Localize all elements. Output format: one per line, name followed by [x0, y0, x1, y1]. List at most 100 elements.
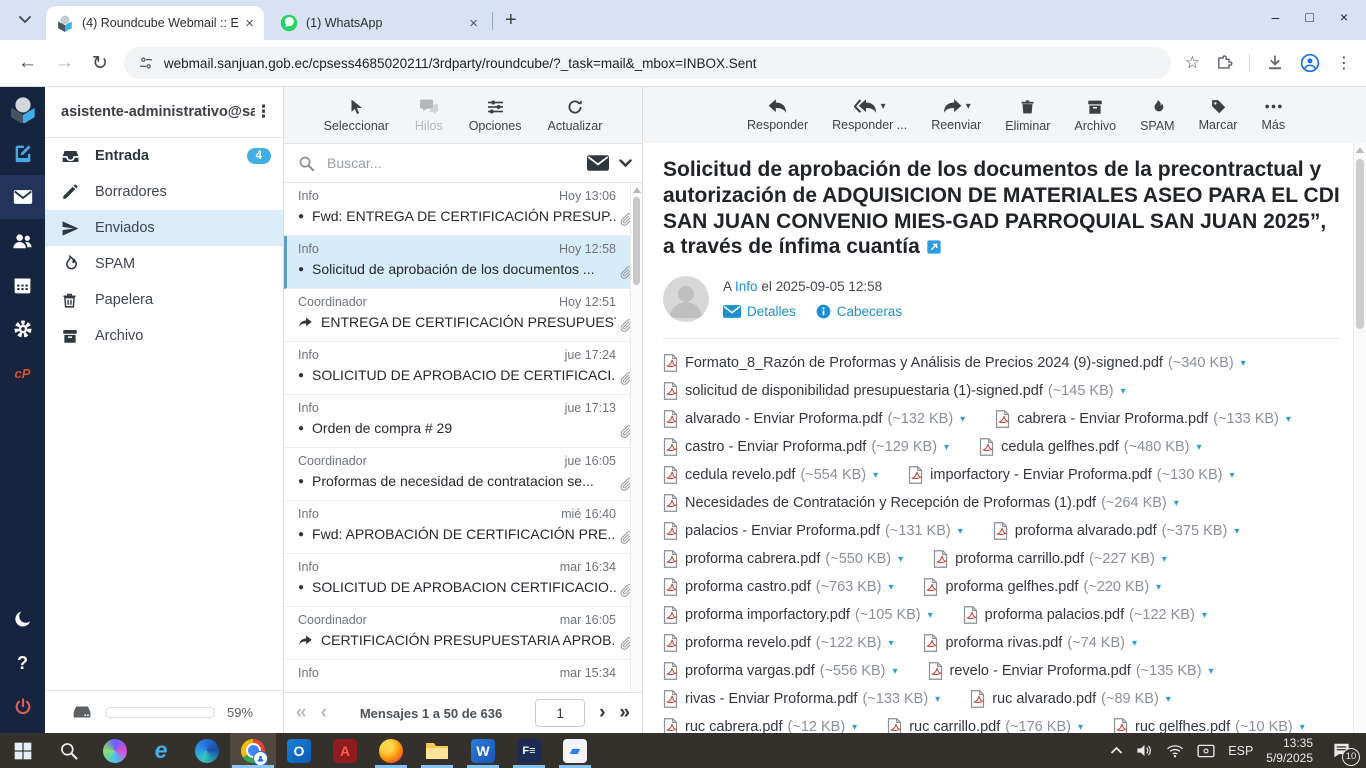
- message-row[interactable]: Coordinadormar 16:05 CERTIFICACIÓN PRESU…: [284, 607, 642, 660]
- dropdown-caret-icon[interactable]: ▾: [966, 101, 971, 112]
- site-info-icon[interactable]: [138, 55, 154, 71]
- attachment-menu-caret-icon[interactable]: ▾: [1174, 498, 1179, 509]
- dropdown-caret-icon[interactable]: ▾: [881, 101, 886, 112]
- volume-icon[interactable]: [1136, 743, 1153, 758]
- attachment-menu-caret-icon[interactable]: ▾: [1078, 722, 1083, 733]
- attachment-name[interactable]: proforma vargas.pdf: [685, 663, 815, 679]
- attachment-item[interactable]: solicitud de disponibilidad presupuestar…: [663, 382, 1126, 400]
- attachment-item[interactable]: proforma rivas.pdf(~74 KB)▾: [923, 634, 1137, 652]
- message-row[interactable]: Infojue 17:13 ●Orden de compra # 29: [284, 395, 642, 448]
- outlook-icon[interactable]: O: [276, 733, 322, 768]
- tab-whatsapp[interactable]: (1) WhatsApp ×: [270, 6, 488, 40]
- message-row[interactable]: Infojue 17:24 ●SOLICITUD DE APROBACIO DE…: [284, 342, 642, 395]
- close-button[interactable]: ×: [1340, 9, 1348, 25]
- attachment-menu-caret-icon[interactable]: ▾: [928, 610, 933, 621]
- attachment-menu-caret-icon[interactable]: ▾: [1234, 526, 1239, 537]
- blue-tile-app-icon[interactable]: ▰: [552, 733, 598, 768]
- compose-button[interactable]: [0, 131, 45, 175]
- reply-all-button[interactable]: ▾ Responder ...: [832, 98, 907, 132]
- attachment-item[interactable]: proforma carrillo.pdf(~227 KB)▾: [933, 550, 1167, 568]
- attachment-name[interactable]: proforma gelfhes.pdf: [945, 579, 1078, 595]
- tab-roundcube[interactable]: (4) Roundcube Webmail :: Envia ×: [46, 6, 264, 40]
- downloads-icon[interactable]: [1266, 54, 1284, 72]
- attachment-item[interactable]: ruc alvarado.pdf(~89 KB)▾: [970, 690, 1171, 708]
- prev-page-button[interactable]: ‹: [321, 702, 327, 724]
- attachment-name[interactable]: proforma revelo.pdf: [685, 635, 811, 651]
- attachment-menu-caret-icon[interactable]: ▾: [1286, 414, 1291, 425]
- attachment-item[interactable]: rivas - Enviar Proforma.pdf(~133 KB)▾: [663, 690, 940, 708]
- attachment-name[interactable]: ruc cabrera.pdf: [685, 719, 783, 733]
- clock[interactable]: 13:35 5/9/2025: [1266, 736, 1313, 766]
- forward-button[interactable]: →: [55, 52, 74, 74]
- more-button[interactable]: Más: [1261, 98, 1285, 132]
- mark-button[interactable]: Marcar: [1199, 98, 1238, 132]
- file-explorer-icon[interactable]: [414, 733, 460, 768]
- select-button[interactable]: Seleccionar: [324, 98, 389, 133]
- attachment-item[interactable]: Formato_8_Razón de Proformas y Análisis …: [663, 354, 1246, 372]
- attachment-item[interactable]: imporfactory - Enviar Proforma.pdf(~130 …: [908, 466, 1234, 484]
- cpanel-icon[interactable]: cP: [0, 351, 45, 395]
- chrome-taskbar-icon[interactable]: [230, 733, 276, 768]
- scroll-up-icon[interactable]: [633, 187, 641, 193]
- sender-link[interactable]: Info: [735, 279, 758, 294]
- open-in-new-window-icon[interactable]: [926, 239, 942, 255]
- list-scrollbar[interactable]: [630, 183, 642, 692]
- rail-contacts-icon[interactable]: [0, 219, 45, 263]
- wifi-icon[interactable]: [1166, 744, 1184, 758]
- folder-archivo[interactable]: Archivo: [45, 318, 283, 354]
- attachment-name[interactable]: revelo - Enviar Proforma.pdf: [950, 663, 1131, 679]
- attachment-name[interactable]: palacios - Enviar Proforma.pdf: [685, 523, 880, 539]
- folder-spam[interactable]: SPAM: [45, 246, 283, 282]
- new-tab-button[interactable]: +: [505, 9, 517, 32]
- message-row[interactable]: InfoHoy 13:06 ●Fwd: ENTREGA DE CERTIFICA…: [284, 183, 642, 236]
- attachment-menu-caret-icon[interactable]: ▾: [1202, 610, 1207, 621]
- attachment-item[interactable]: proforma imporfactory.pdf(~105 KB)▾: [663, 606, 933, 624]
- attachment-menu-caret-icon[interactable]: ▾: [888, 582, 893, 593]
- attachment-menu-caret-icon[interactable]: ▾: [1156, 582, 1161, 593]
- search-scope-mail-icon[interactable]: [587, 155, 609, 171]
- maximize-button[interactable]: □: [1305, 9, 1313, 25]
- last-page-button[interactable]: »: [619, 702, 630, 724]
- message-row[interactable]: Infomar 16:34 ●SOLICITUD DE APROBACION C…: [284, 554, 642, 607]
- attachment-name[interactable]: ruc gelfhes.pdf: [1135, 719, 1230, 733]
- extensions-icon[interactable]: [1216, 55, 1233, 72]
- attachment-menu-caret-icon[interactable]: ▾: [935, 694, 940, 705]
- forward-button[interactable]: ▾ Reenviar: [931, 98, 981, 132]
- attachment-name[interactable]: proforma carrillo.pdf: [955, 551, 1084, 567]
- reload-button[interactable]: ↻: [92, 52, 108, 75]
- attachment-name[interactable]: Formato_8_Razón de Proformas y Análisis …: [685, 355, 1163, 371]
- attachment-name[interactable]: proforma cabrera.pdf: [685, 551, 820, 567]
- message-row[interactable]: CoordinadorHoy 12:51 ENTREGA DE CERTIFIC…: [284, 289, 642, 342]
- attachment-item[interactable]: ruc carrillo.pdf(~176 KB)▾: [887, 718, 1083, 733]
- taskbar-search-icon[interactable]: [46, 733, 92, 768]
- attachment-item[interactable]: proforma palacios.pdf(~122 KB)▾: [963, 606, 1207, 624]
- rail-settings-icon[interactable]: [0, 307, 45, 351]
- message-row[interactable]: Infomar 15:34: [284, 660, 642, 692]
- acrobat-icon[interactable]: A: [322, 733, 368, 768]
- attachment-menu-caret-icon[interactable]: ▾: [873, 470, 878, 481]
- tray-chevron-up-icon[interactable]: [1110, 746, 1123, 755]
- attachment-menu-caret-icon[interactable]: ▾: [1229, 470, 1234, 481]
- dark-mode-icon[interactable]: [0, 597, 45, 641]
- attachment-item[interactable]: proforma revelo.pdf(~122 KB)▾: [663, 634, 893, 652]
- refresh-button[interactable]: Actualizar: [548, 98, 603, 133]
- attachment-item[interactable]: cabrera - Enviar Proforma.pdf(~133 KB)▾: [995, 410, 1291, 428]
- first-page-button[interactable]: «: [296, 702, 307, 724]
- attachment-item[interactable]: cedula gelfhes.pdf(~480 KB)▾: [979, 438, 1201, 456]
- attachment-name[interactable]: cedula gelfhes.pdf: [1001, 439, 1119, 455]
- spam-button[interactable]: SPAM: [1140, 98, 1175, 133]
- attachment-menu-caret-icon[interactable]: ▾: [958, 526, 963, 537]
- logout-icon[interactable]: [0, 685, 45, 729]
- attachment-name[interactable]: proforma rivas.pdf: [945, 635, 1062, 651]
- message-row[interactable]: Infomié 16:40 ●Fwd: APROBACIÓN DE CERTIF…: [284, 501, 642, 554]
- attachment-menu-caret-icon[interactable]: ▾: [1132, 638, 1137, 649]
- page-input[interactable]: [535, 699, 585, 727]
- threads-button[interactable]: Hilos: [415, 98, 443, 133]
- attachment-item[interactable]: proforma castro.pdf(~763 KB)▾: [663, 578, 893, 596]
- attachment-menu-caret-icon[interactable]: ▾: [888, 638, 893, 649]
- attachment-item[interactable]: cedula revelo.pdf(~554 KB)▾: [663, 466, 878, 484]
- attachment-name[interactable]: proforma palacios.pdf: [985, 607, 1124, 623]
- notification-center-icon[interactable]: 10: [1326, 738, 1356, 764]
- firefox-icon[interactable]: [368, 733, 414, 768]
- message-row-selected[interactable]: InfoHoy 12:58 ●Solicitud de aprobación d…: [284, 236, 642, 289]
